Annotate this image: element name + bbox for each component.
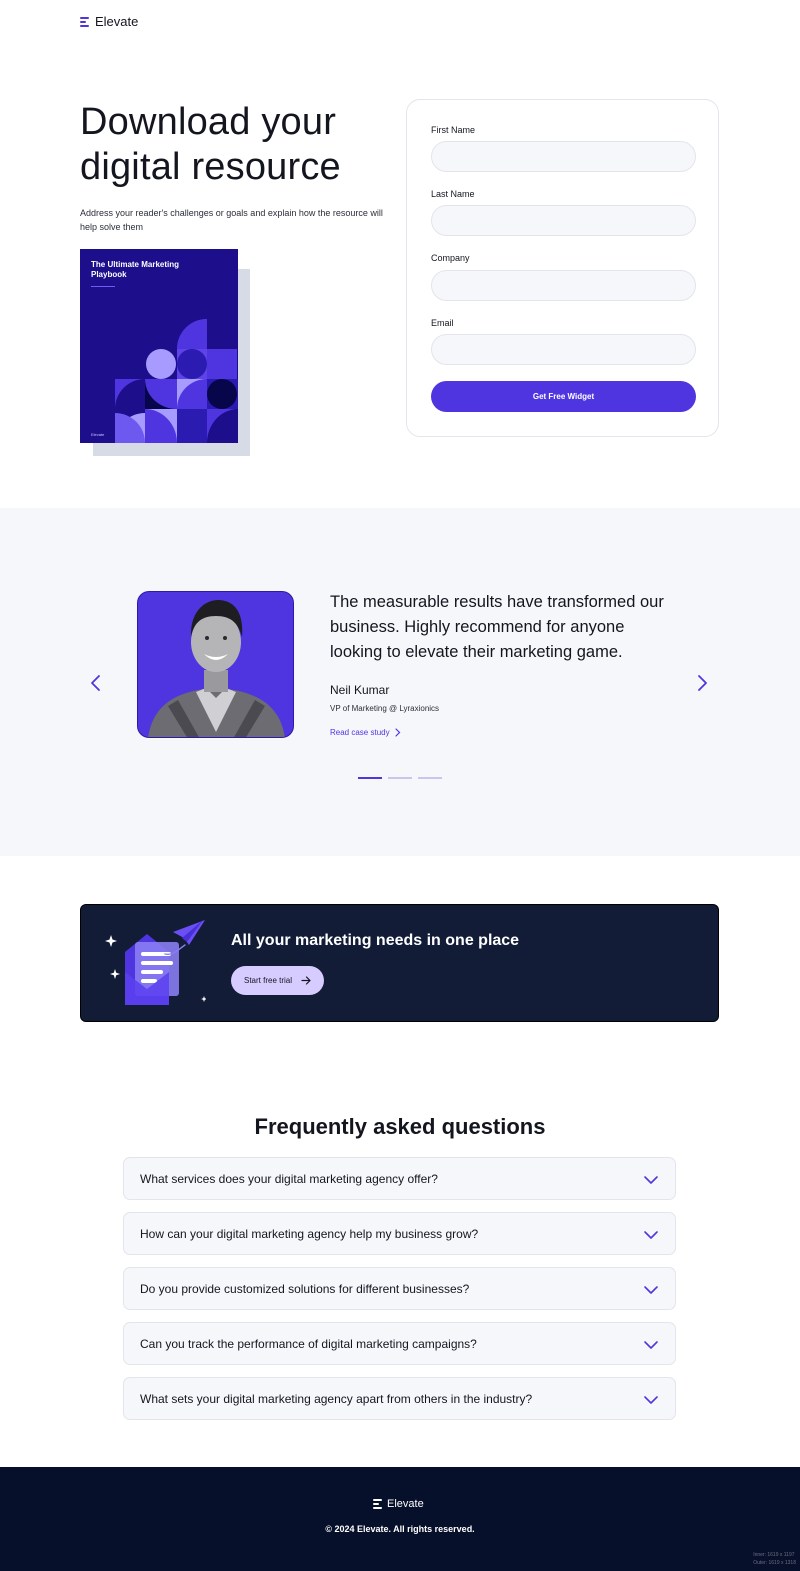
site-footer: Elevate © 2024 Elevate. All rights reser… [0, 1467, 800, 1571]
company-label: Company [431, 253, 470, 263]
chevron-left-icon[interactable] [86, 673, 106, 693]
testimonial-role: VP of Marketing @ Lyraxionics [330, 704, 440, 713]
book-divider [91, 286, 115, 287]
logo-text[interactable]: Elevate [95, 14, 138, 29]
faq-question: Can you track the performance of digital… [140, 1337, 477, 1351]
faq-item[interactable]: What services does your digital marketin… [123, 1157, 676, 1200]
hero-description: Address your reader's challenges or goal… [80, 208, 383, 232]
carousel-dot-1[interactable] [358, 777, 382, 779]
email-input[interactable] [431, 334, 696, 365]
chevron-down-icon [644, 1341, 658, 1349]
carousel-dot-3[interactable] [418, 777, 442, 779]
faq-question: What services does your digital marketin… [140, 1172, 438, 1186]
email-label: Email [431, 318, 454, 328]
chevron-down-icon [644, 1286, 658, 1294]
testimonial-author: Neil Kumar [330, 683, 390, 697]
book-brand: Elevate [91, 432, 105, 437]
site-header: Elevate [80, 14, 138, 29]
arrow-right-icon [301, 976, 311, 985]
logo-icon [373, 1499, 384, 1509]
faq-question: Do you provide customized solutions for … [140, 1282, 470, 1296]
chevron-down-icon [644, 1176, 658, 1184]
faq-question: What sets your digital marketing agency … [140, 1392, 533, 1406]
chevron-down-icon [644, 1231, 658, 1239]
download-form: First Name Last Name Company Email Get F… [406, 99, 719, 437]
viewport-inner: Inner: 1619 x 1197 [753, 1552, 795, 1558]
cta-title: All your marketing needs in one place [231, 932, 520, 949]
book-title: The Ultimate Marketing Playbook [91, 260, 180, 279]
first-name-input[interactable] [431, 141, 696, 172]
company-input[interactable] [431, 270, 696, 301]
testimonial-section: The measurable results have transformed … [0, 508, 800, 856]
logo-icon [80, 16, 91, 27]
first-name-label: First Name [431, 125, 476, 135]
chevron-right-icon[interactable] [692, 673, 712, 693]
viewport-outer: Outer: 1619 x 1318 [753, 1560, 796, 1566]
footer-logo-text: Elevate [387, 1498, 424, 1510]
copyright-text: © 2024 Elevate. All rights reserved. [325, 1524, 475, 1534]
start-free-trial-button[interactable]: Start free trial [231, 966, 324, 995]
viewport-size-readout: Inner: 1619 x 1197 Outer: 1619 x 1318 [753, 1551, 796, 1567]
carousel-dot-2[interactable] [388, 777, 412, 779]
chevron-down-icon [644, 1396, 658, 1404]
last-name-label: Last Name [431, 189, 475, 199]
carousel-pagination [358, 777, 442, 779]
faq-title: Frequently asked questions [254, 1114, 546, 1139]
book-cover: The Ultimate Marketing Playbook Elevate [80, 249, 238, 443]
hero-title: Download your digital resource [80, 101, 341, 188]
testimonial-quote: The measurable results have transformed … [330, 593, 664, 661]
read-case-study-link[interactable]: Read case study [330, 728, 401, 737]
faq-item[interactable]: Do you provide customized solutions for … [123, 1267, 676, 1310]
testimonial-avatar [137, 591, 294, 738]
faq-item[interactable]: Can you track the performance of digital… [123, 1322, 676, 1365]
envelope-illustration [105, 920, 206, 1005]
last-name-input[interactable] [431, 205, 696, 236]
faq-question: How can your digital marketing agency he… [140, 1227, 479, 1241]
faq-item[interactable]: How can your digital marketing agency he… [123, 1212, 676, 1255]
cta-banner: All your marketing needs in one place St… [80, 904, 719, 1022]
footer-logo[interactable]: Elevate [373, 1498, 424, 1510]
read-case-study-label: Read case study [330, 728, 390, 737]
get-free-widget-button[interactable]: Get Free Widget [431, 381, 696, 412]
start-free-trial-label: Start free trial [243, 976, 292, 985]
chevron-right-small-icon [394, 728, 400, 737]
faq-item[interactable]: What sets your digital marketing agency … [123, 1377, 676, 1420]
